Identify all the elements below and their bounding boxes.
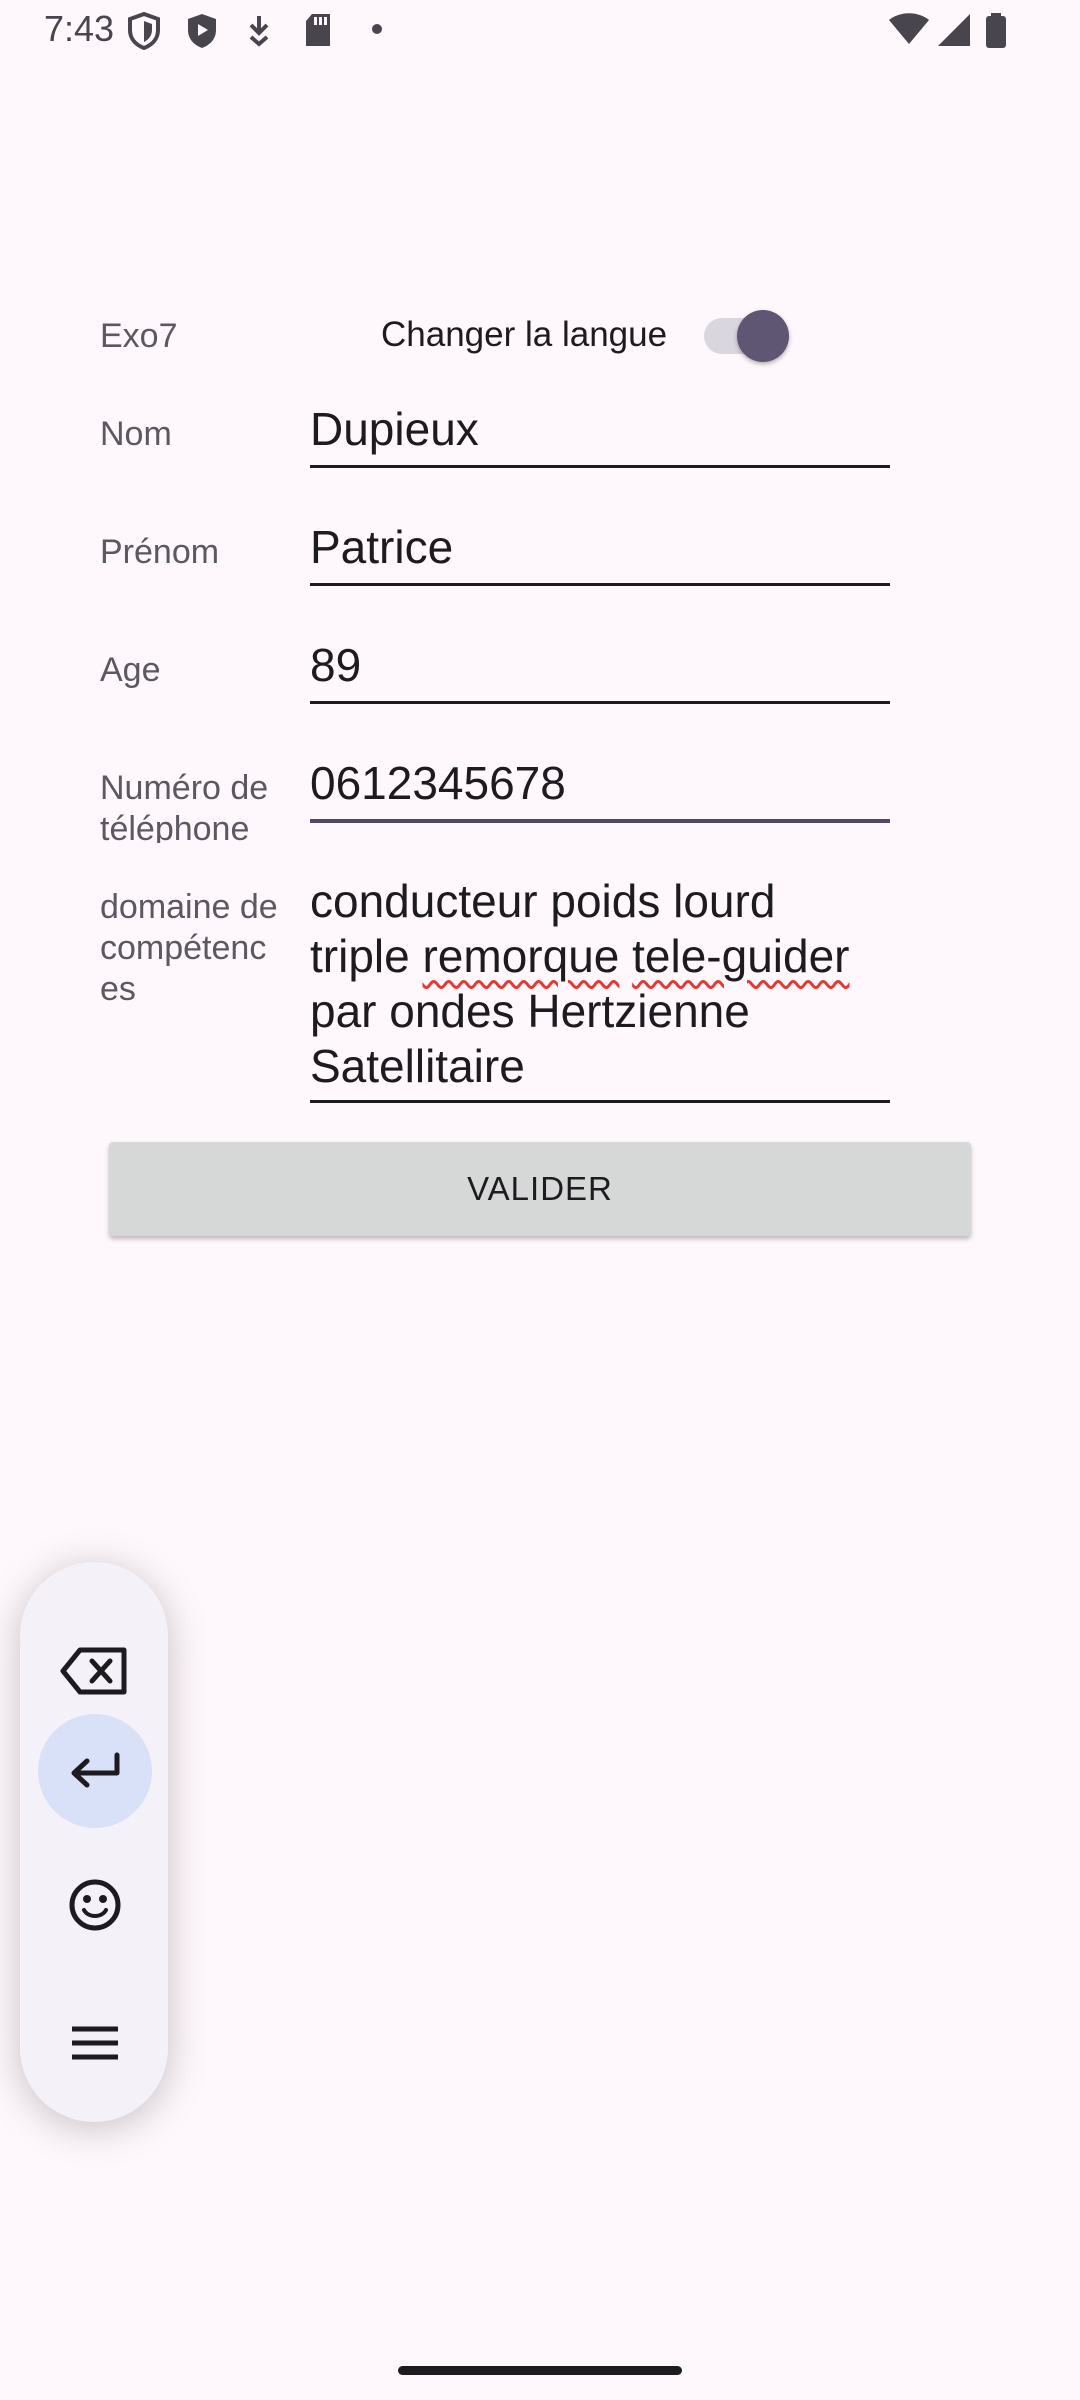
phone-value[interactable]: 0612345678 bbox=[310, 756, 890, 811]
age-label: Age bbox=[100, 651, 161, 689]
shield-icon bbox=[128, 12, 160, 50]
prenom-input[interactable]: Patrice bbox=[310, 520, 890, 586]
age-underline bbox=[310, 701, 890, 704]
signal-icon bbox=[938, 14, 970, 46]
sd-card-icon bbox=[306, 14, 330, 46]
phone-underline bbox=[310, 819, 890, 823]
prenom-underline bbox=[310, 583, 890, 586]
wifi-icon bbox=[889, 13, 929, 44]
backspace-icon bbox=[60, 1647, 127, 1695]
menu-icon bbox=[72, 2026, 118, 2060]
domain-word-triple: triple bbox=[310, 930, 423, 982]
domain-line-4[interactable]: Satellitaire bbox=[310, 1039, 890, 1094]
domain-input[interactable]: conducteur poids lourd triple remorque t… bbox=[310, 874, 890, 1106]
domain-label-line-2: compétenc bbox=[100, 929, 267, 967]
enter-button[interactable] bbox=[38, 1714, 152, 1828]
notification-dot-icon bbox=[372, 24, 382, 34]
submit-button[interactable]: VALIDER bbox=[109, 1142, 971, 1236]
domain-line-1[interactable]: conducteur poids lourd bbox=[310, 874, 890, 929]
domain-underline bbox=[310, 1100, 890, 1103]
age-input[interactable]: 89 bbox=[310, 638, 890, 704]
nom-underline bbox=[310, 465, 890, 468]
phone-input[interactable]: 0612345678 bbox=[310, 756, 890, 826]
domain-space bbox=[619, 930, 632, 982]
keyboard-tool-panel bbox=[20, 1562, 168, 2122]
spellcheck-word-remorque[interactable]: remorque bbox=[422, 930, 619, 982]
status-bar: 7:43 bbox=[0, 0, 1080, 62]
language-toggle-label: Changer la langue bbox=[381, 315, 668, 354]
phone-label-line-1: Numéro de bbox=[100, 769, 269, 807]
age-value[interactable]: 89 bbox=[310, 638, 890, 693]
play-protect-icon bbox=[188, 14, 216, 48]
nom-value[interactable]: Dupieux bbox=[310, 402, 890, 457]
spellcheck-word-tele-guider[interactable]: tele-guider bbox=[632, 930, 849, 982]
domain-line-3[interactable]: par ondes Hertzienne bbox=[310, 984, 890, 1039]
phone-label: Numéro de téléphone bbox=[100, 767, 300, 843]
domain-line-2[interactable]: triple remorque tele-guider bbox=[310, 929, 890, 984]
download-icon bbox=[249, 16, 269, 47]
phone-label-line-2: téléphone bbox=[100, 810, 250, 843]
enter-icon bbox=[71, 1752, 120, 1788]
domain-label-line-3: es bbox=[100, 970, 136, 1008]
home-indicator[interactable] bbox=[398, 2366, 682, 2375]
prenom-value[interactable]: Patrice bbox=[310, 520, 890, 575]
prenom-label: Prénom bbox=[100, 533, 220, 571]
emoji-button[interactable] bbox=[38, 1848, 152, 1962]
toggle-thumb[interactable] bbox=[737, 310, 789, 362]
battery-icon bbox=[986, 13, 1006, 48]
menu-button[interactable] bbox=[38, 1986, 152, 2100]
domain-label-line-1: domaine de bbox=[100, 888, 278, 926]
status-time: 7:43 bbox=[44, 8, 115, 49]
emoji-icon bbox=[69, 1879, 121, 1931]
nom-label: Nom bbox=[100, 415, 172, 453]
app-title: Exo7 bbox=[100, 317, 178, 355]
backspace-button[interactable] bbox=[38, 1614, 152, 1728]
nom-input[interactable]: Dupieux bbox=[310, 402, 890, 468]
